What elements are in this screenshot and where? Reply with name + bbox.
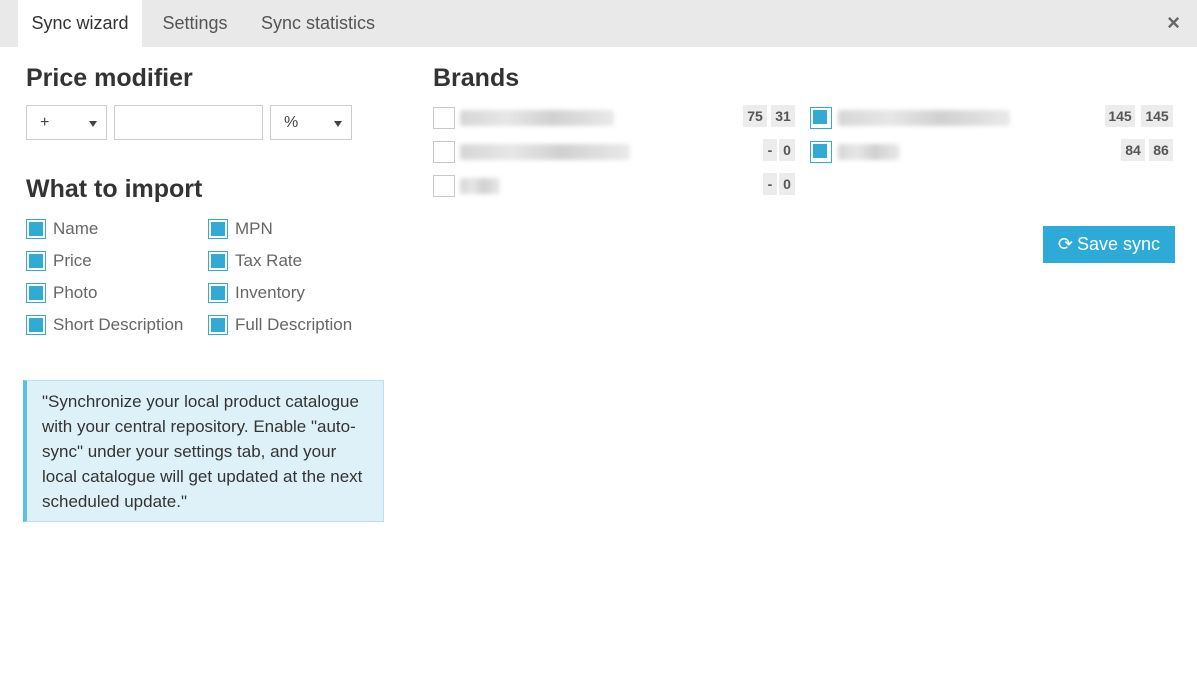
brand-checkbox[interactable] bbox=[433, 107, 455, 129]
label-photo: Photo bbox=[53, 283, 98, 302]
label-tax-rate: Tax Rate bbox=[235, 251, 303, 270]
sign-select[interactable]: + bbox=[26, 105, 107, 140]
checkbox-inventory[interactable] bbox=[208, 283, 228, 303]
close-icon[interactable]: × bbox=[1167, 11, 1180, 35]
brand-count: 0 bbox=[779, 139, 795, 161]
checkbox-full-description[interactable] bbox=[208, 315, 228, 335]
chevron-down-icon bbox=[89, 121, 97, 127]
info-message: "Synchronize your local product catalogu… bbox=[23, 380, 384, 522]
brand-name-redacted bbox=[460, 144, 630, 160]
brand-name-redacted bbox=[460, 178, 500, 194]
checkbox-name[interactable] bbox=[26, 219, 46, 239]
brand-checkbox[interactable] bbox=[810, 107, 832, 129]
label-inventory: Inventory bbox=[235, 283, 305, 302]
checkbox-photo[interactable] bbox=[26, 283, 46, 303]
checkbox-price[interactable] bbox=[26, 251, 46, 271]
checkbox-tax-rate[interactable] bbox=[208, 251, 228, 271]
label-price: Price bbox=[53, 251, 92, 270]
what-to-import-title: What to import bbox=[26, 175, 203, 203]
brand-count: 0 bbox=[779, 173, 795, 195]
price-modifier-title: Price modifier bbox=[26, 64, 193, 92]
save-sync-button[interactable]: ⟳ Save sync bbox=[1043, 226, 1175, 263]
checkbox-mpn[interactable] bbox=[208, 219, 228, 239]
brand-count: 31 bbox=[771, 105, 795, 127]
brands-title: Brands bbox=[433, 64, 520, 92]
brand-checkbox[interactable] bbox=[433, 141, 455, 163]
label-name: Name bbox=[53, 219, 99, 238]
label-mpn: MPN bbox=[235, 219, 273, 238]
refresh-icon: ⟳ bbox=[1057, 234, 1074, 254]
unit-select[interactable]: % bbox=[270, 105, 352, 140]
tab-sync-wizard[interactable]: Sync wizard bbox=[18, 0, 142, 47]
brand-count: 145 bbox=[1141, 105, 1173, 127]
brand-count: 75 bbox=[743, 105, 767, 127]
chevron-down-icon bbox=[334, 121, 342, 127]
brand-count: - bbox=[763, 173, 777, 195]
price-modifier-amount-input[interactable] bbox=[114, 105, 263, 140]
label-short-description: Short Description bbox=[53, 315, 184, 334]
tab-sync-statistics[interactable]: Sync statistics bbox=[250, 0, 386, 47]
tab-settings[interactable]: Settings bbox=[150, 0, 240, 47]
brand-checkbox[interactable] bbox=[433, 175, 455, 197]
tab-bar: Sync wizard Settings Sync statistics × bbox=[0, 0, 1197, 47]
save-sync-label: Save sync bbox=[1077, 234, 1161, 254]
unit-select-value: % bbox=[284, 114, 299, 131]
label-full-description: Full Description bbox=[235, 315, 353, 334]
checkbox-short-description[interactable] bbox=[26, 315, 46, 335]
brand-count: 86 bbox=[1149, 139, 1173, 161]
brand-count: - bbox=[763, 139, 777, 161]
brand-name-redacted bbox=[838, 110, 1010, 126]
brand-name-redacted bbox=[838, 144, 900, 160]
brand-count: 145 bbox=[1105, 105, 1135, 127]
brand-name-redacted bbox=[460, 110, 614, 126]
brand-count: 84 bbox=[1121, 139, 1145, 161]
sign-select-value: + bbox=[40, 114, 50, 131]
brand-checkbox[interactable] bbox=[810, 141, 832, 163]
